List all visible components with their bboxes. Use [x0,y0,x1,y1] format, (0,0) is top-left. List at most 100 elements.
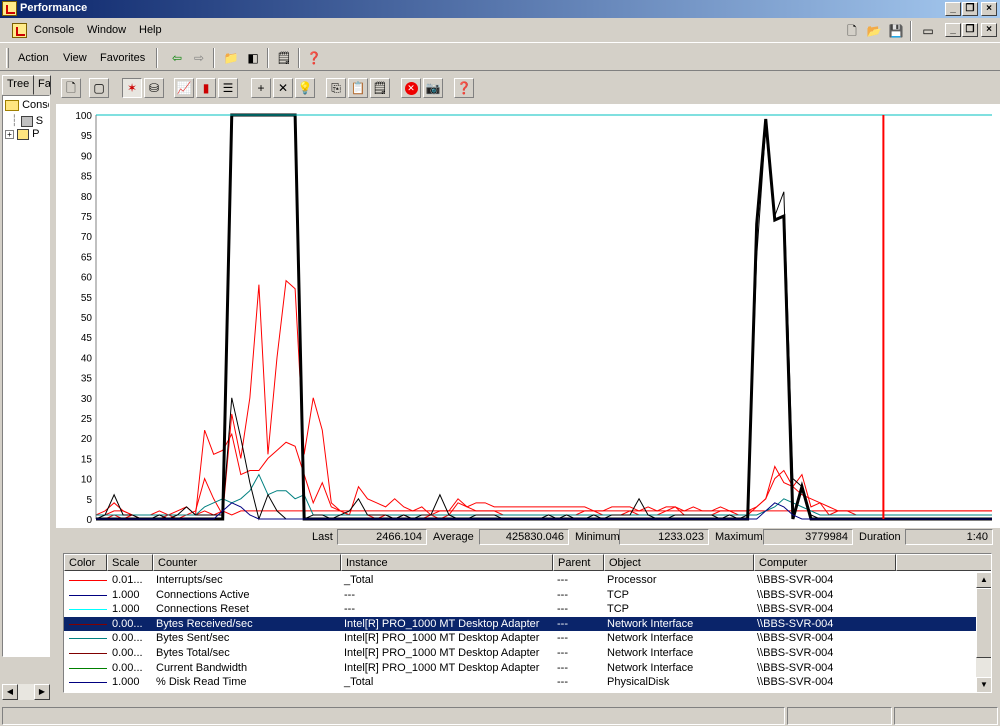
tab-tree[interactable]: Tree [2,75,35,95]
show-hide-tree-icon[interactable]: ◧ [243,48,263,68]
y-tick-label: 25 [81,414,93,425]
legend-row[interactable]: 0.00... Bytes Received/sec Intel[R] PRO_10… [64,616,976,632]
legend-cell-computer: \\BBS-SVR-004 [757,617,834,630]
new-icon[interactable]: 🗋 [842,21,862,41]
legend-row[interactable]: 1.000 Connections Active --- --- TCP \\BBS-SV… [64,588,976,603]
copy-properties-icon[interactable]: ⎘ [326,78,346,98]
freeze-display-icon[interactable]: ✕ [401,78,421,98]
header-parent[interactable]: Parent [553,554,604,571]
y-tick-label: 55 [81,293,93,304]
help-icon[interactable]: ❓ [454,78,474,98]
header-object[interactable]: Object [604,554,754,571]
legend-cell-object: Network Interface [607,617,694,630]
y-tick-label: 15 [81,454,93,465]
legend-cell-instance: _Total [344,574,374,586]
properties-icon[interactable]: 🗒 [370,78,390,98]
maximize-button[interactable]: ❐ [962,2,978,16]
legend-row[interactable]: 0.01... Interrupts/sec _Total --- Processor \… [64,573,976,588]
y-tick-label: 90 [81,151,93,162]
console-icon[interactable] [12,23,27,38]
tree-item-system-monitor[interactable]: ┆ S [11,114,43,127]
minimum-label: Minimum [575,531,620,543]
counter-legend: Color Scale Counter Instance Parent Obje… [63,553,992,693]
tree-item-logs-alerts[interactable]: + P [5,128,39,140]
child-minimize-button[interactable]: _ [945,23,961,37]
legend-cell-object: TCP [607,588,629,601]
paste-counter-list-icon[interactable]: 📋 [348,78,368,98]
legend-cell-parent: --- [557,617,568,630]
legend-cell-instance: Intel[R] PRO_1000 MT Desktop Adapter [344,661,540,674]
properties-tb-icon[interactable]: 🗒 [274,48,294,68]
add-counter-icon[interactable]: + [251,78,271,98]
menu-window[interactable]: Window [87,24,126,36]
legend-cell-counter: % Disk Read Time [156,676,247,689]
legend-cell-parent: --- [557,632,568,645]
new-window-icon[interactable]: ▭ [918,21,938,41]
child-close-button[interactable]: × [981,23,997,37]
header-scale[interactable]: Scale [107,554,153,571]
scroll-left-icon[interactable]: ◀ [2,684,18,700]
y-tick-label: 65 [81,252,93,263]
y-tick-label: 80 [81,192,93,203]
legend-vertical-scrollbar[interactable]: ▲ ▼ [976,572,991,692]
view-current-activity-icon[interactable]: ✶ [122,78,142,98]
legend-cell-scale: 0.00... [112,647,143,659]
legend-cell-parent: --- [557,661,568,674]
delete-counter-icon[interactable]: ✕ [273,78,293,98]
y-tick-label: 70 [81,232,93,243]
save-icon[interactable]: 💾 [886,21,906,41]
view-report-icon[interactable]: ☰ [218,78,238,98]
last-value: 2466.104 [337,529,427,545]
y-tick-label: 35 [81,374,93,385]
legend-cell-counter: Bytes Received/sec [156,617,253,630]
clear-display-icon[interactable]: ▢ [89,78,109,98]
minimize-button[interactable]: _ [945,2,961,16]
legend-row[interactable]: 0.00... Bytes Sent/sec Intel[R] PRO_1000 M… [64,631,976,646]
scroll-right-icon[interactable]: ▶ [34,684,50,700]
legend-cell-object: TCP [607,603,629,616]
scroll-up-icon[interactable]: ▲ [976,572,991,588]
legend-cell-parent: --- [557,588,568,601]
view-graph-icon[interactable]: 📈 [174,78,194,98]
header-instance[interactable]: Instance [341,554,553,571]
menu-action[interactable]: Action [18,52,49,64]
tree-horizontal-scrollbar[interactable]: ◀ ▶ [2,684,50,700]
back-icon[interactable]: ⇦ [167,48,187,68]
help-topics-icon[interactable]: ❓ [304,48,324,68]
legend-cell-parent: --- [557,603,568,616]
open-icon[interactable]: 📂 [864,21,884,41]
header-computer[interactable]: Computer [754,554,896,571]
tree-item-console-root[interactable]: Conso [5,99,49,111]
menu-console[interactable]: Console [34,24,74,36]
close-button[interactable]: × [981,2,997,16]
legend-cell-instance: Intel[R] PRO_1000 MT Desktop Adapter [344,632,540,645]
menu-view[interactable]: View [63,52,87,64]
legend-row[interactable]: 0.00... Current Bandwidth Intel[R] PRO_100… [64,661,976,676]
child-restore-button[interactable]: ❐ [962,23,978,37]
legend-cell-instance: _Total [344,676,374,689]
legend-cell-computer: \\BBS-SVR-004 [757,647,834,659]
color-swatch [69,682,107,684]
menu-favorites[interactable]: Favorites [100,52,145,64]
scroll-thumb[interactable] [976,588,991,658]
forward-icon[interactable]: ⇨ [189,48,209,68]
up-one-level-icon[interactable]: 📁 [221,48,241,68]
status-bar [0,705,1000,726]
view-log-data-icon[interactable]: ⛁ [144,78,164,98]
legend-row[interactable]: 1.000 % Disk Read Time _Total --- PhysicalDi… [64,675,976,690]
highlight-icon[interactable]: 💡 [295,78,315,98]
header-color[interactable]: Color [64,554,107,571]
legend-cell-computer: \\BBS-SVR-004 [757,574,834,586]
scroll-down-icon[interactable]: ▼ [976,677,991,692]
view-histogram-icon[interactable]: ▮ [196,78,216,98]
legend-cell-computer: \\BBS-SVR-004 [757,603,834,616]
legend-row[interactable]: 1.000 Connections Reset --- --- TCP \\BBS-SVR… [64,602,976,617]
menu-help[interactable]: Help [139,24,162,36]
legend-row[interactable]: 0.00... Bytes Total/sec Intel[R] PRO_1000 … [64,646,976,661]
header-counter[interactable]: Counter [153,554,341,571]
new-counter-set-icon[interactable]: 🗋 [61,78,81,98]
expand-icon[interactable]: + [5,129,14,139]
last-label: Last [312,531,333,543]
update-data-icon[interactable]: 📷 [423,78,443,98]
tab-favorites[interactable]: Fa [33,75,51,95]
